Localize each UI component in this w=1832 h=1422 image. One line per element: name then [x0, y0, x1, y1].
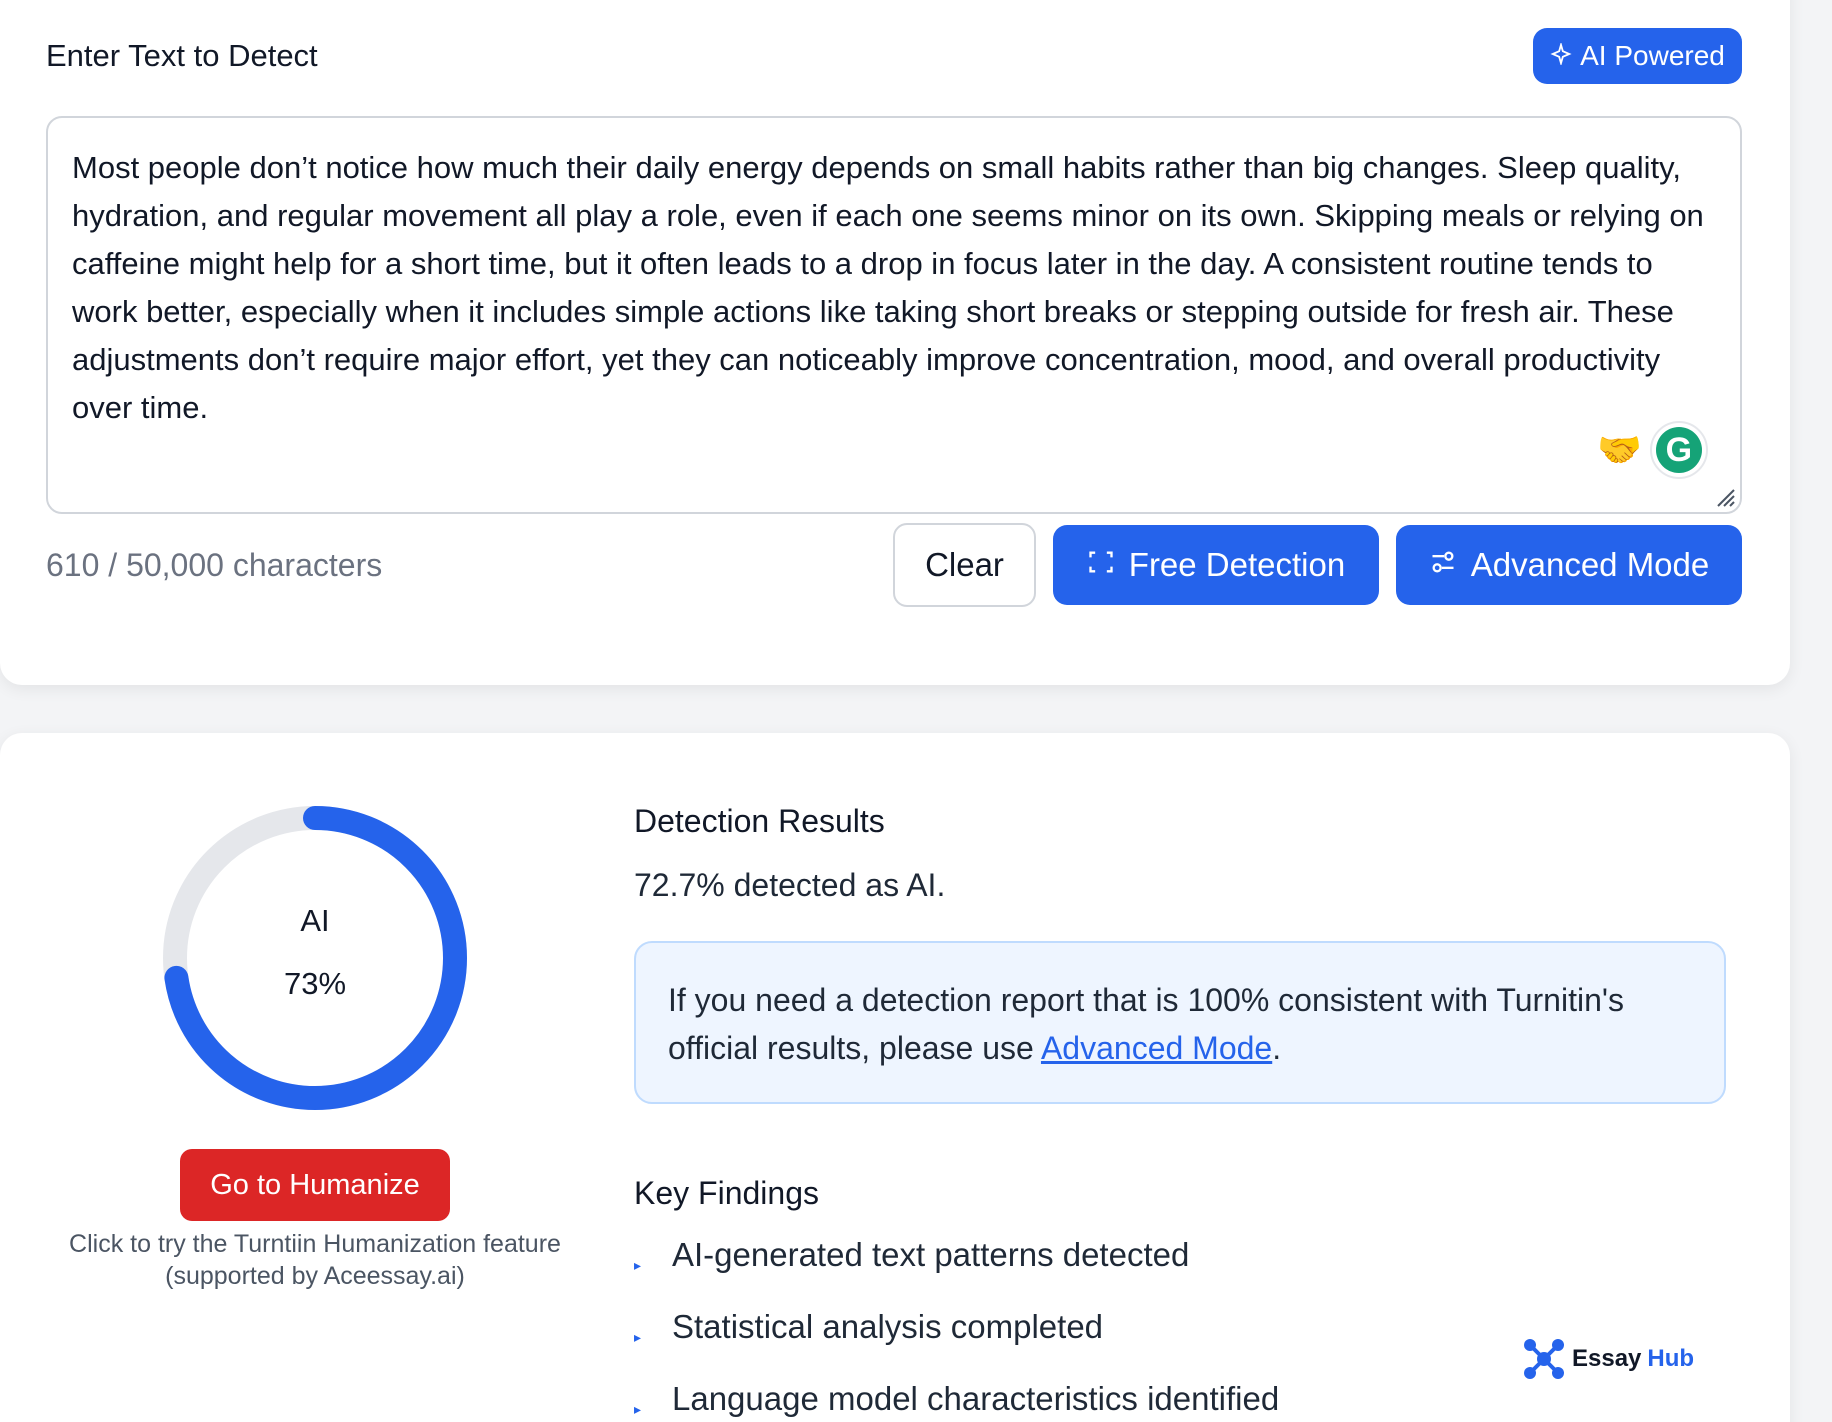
info-notice: If you need a detection report that is 1… — [634, 941, 1726, 1104]
free-detection-button[interactable]: Free Detection — [1053, 525, 1379, 605]
ai-powered-badge: AI Powered — [1533, 28, 1742, 84]
gauge-label: AI — [300, 903, 330, 938]
sparkle-icon — [1550, 40, 1572, 72]
free-detection-label: Free Detection — [1128, 546, 1346, 583]
bullet-icon: ▸ — [634, 1400, 642, 1417]
text-input-content: Most people don’t notice how much their … — [72, 150, 1704, 425]
info-text-end: . — [1272, 1030, 1282, 1066]
detection-summary: 72.7% detected as AI. — [634, 867, 946, 903]
text-input[interactable]: Most people don’t notice how much their … — [46, 116, 1742, 514]
network-icon — [1524, 1339, 1564, 1379]
grammarly-icon[interactable]: G — [1649, 421, 1708, 479]
humanize-caption-line1: Click to try the Turntiin Humanization f… — [69, 1230, 561, 1258]
essayhub-logo[interactable]: Essay Hub — [1522, 1337, 1694, 1381]
detection-results-title: Detection Results — [634, 803, 885, 839]
finding-text: AI-generated text patterns detected — [672, 1236, 1190, 1273]
advanced-mode-link[interactable]: Advanced Mode — [1041, 1030, 1272, 1066]
humanize-caption: Click to try the Turntiin Humanization f… — [40, 1228, 590, 1292]
finding-text: Statistical analysis completed — [672, 1308, 1104, 1345]
gauge-value: 73% — [283, 966, 347, 1001]
humanize-caption-line2: (supported by Aceessay.ai) — [165, 1262, 465, 1290]
bullet-icon: ▸ — [634, 1256, 642, 1273]
go-to-humanize-label: Go to Humanize — [210, 1168, 420, 1201]
finding-text: Language model characteristics identifie… — [672, 1380, 1280, 1417]
scan-icon — [1087, 546, 1115, 584]
handshake-icon[interactable]: 🤝 — [1597, 432, 1642, 468]
bullet-icon: ▸ — [634, 1328, 642, 1345]
clear-button[interactable]: Clear — [893, 523, 1036, 607]
finding-item: ▸ AI-generated text patterns detected — [634, 1236, 1189, 1274]
input-card: Enter Text to Detect AI Powered Most peo… — [0, 0, 1790, 685]
advanced-mode-button[interactable]: Advanced Mode — [1396, 525, 1742, 605]
input-title: Enter Text to Detect — [46, 38, 318, 73]
logo-text-essay: Essay — [1572, 1345, 1642, 1372]
character-count: 610 / 50,000 characters — [46, 547, 383, 583]
key-findings-title: Key Findings — [634, 1175, 819, 1211]
ai-powered-label: AI Powered — [1580, 40, 1725, 71]
finding-item: ▸ Statistical analysis completed — [634, 1308, 1103, 1346]
finding-item: ▸ Language model characteristics identif… — [634, 1380, 1279, 1418]
resize-handle-icon[interactable] — [1712, 484, 1736, 508]
clear-button-label: Clear — [925, 546, 1004, 583]
ai-score-gauge — [163, 806, 467, 1110]
sliders-icon — [1429, 546, 1457, 584]
logo-text-hub: Hub — [1647, 1345, 1695, 1372]
go-to-humanize-button[interactable]: Go to Humanize — [180, 1149, 450, 1221]
grammarly-widget: 🤝 G — [1597, 421, 1708, 479]
advanced-mode-label: Advanced Mode — [1470, 546, 1710, 583]
